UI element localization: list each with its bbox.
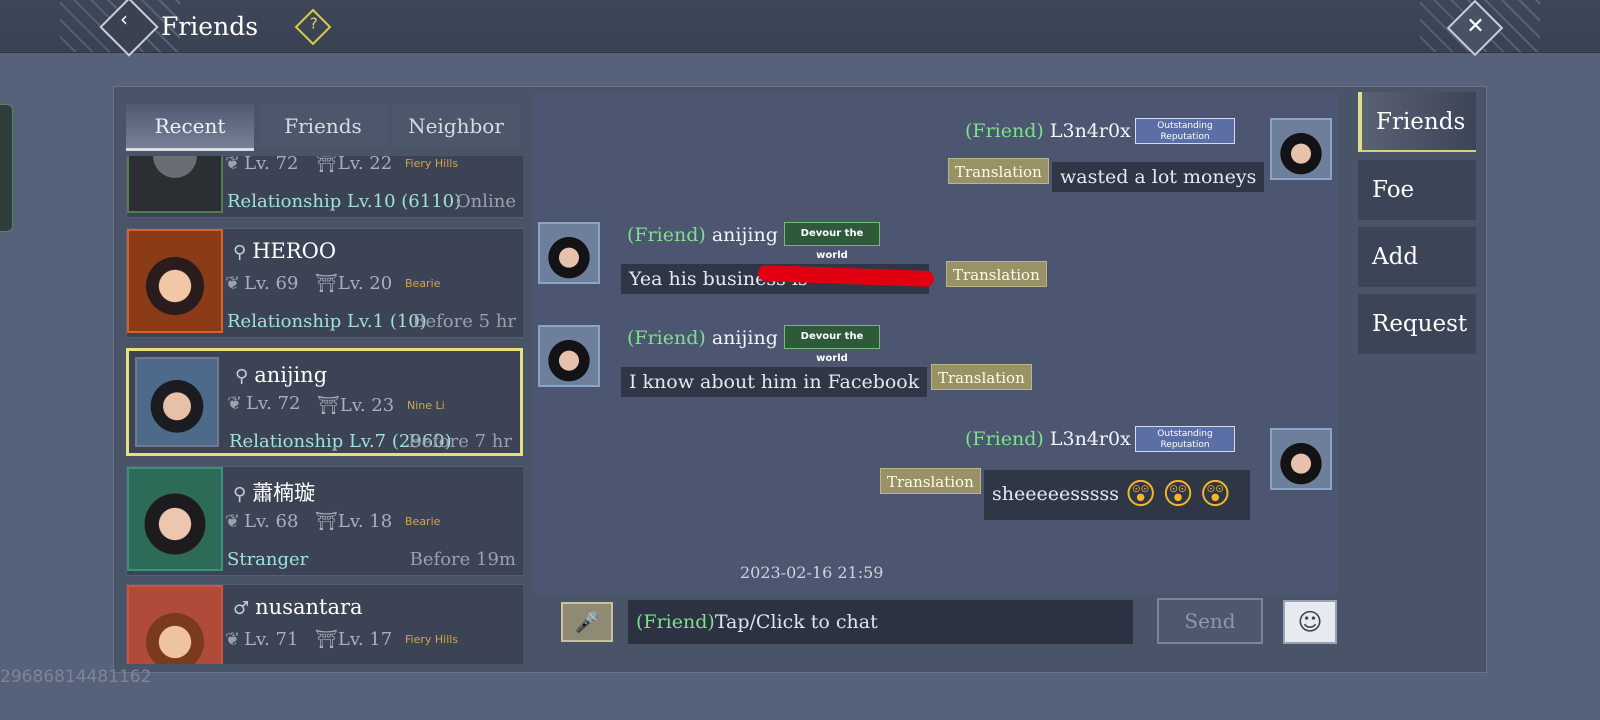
status-label: Before 7 hr: [408, 431, 512, 452]
shocked-emoji-icon: 😲: [1125, 477, 1157, 512]
leaf-icon: ❦: [225, 156, 241, 174]
status-label: Before 19m: [409, 549, 516, 570]
nav-request[interactable]: Request: [1358, 294, 1476, 354]
house-icon: ⛩: [315, 273, 338, 294]
message-header: (Friend) anijing: [627, 224, 778, 246]
status-label: Online: [455, 191, 516, 212]
relationship-label: Stranger: [227, 549, 309, 570]
message-bubble: wasted a lot moneys: [1052, 162, 1265, 192]
house-icon: ⛩: [315, 629, 338, 650]
house-level-label: ⛩Lv. 17: [315, 629, 393, 650]
translation-button[interactable]: Translation: [880, 468, 981, 494]
house-level-label: ⛩Lv. 18: [315, 511, 393, 532]
contact-name: ⚲ HEROO: [233, 239, 337, 263]
translation-button[interactable]: Translation: [931, 364, 1032, 390]
server-label: Bearie: [405, 277, 441, 290]
level-label: ❦ Lv. 72: [227, 393, 301, 414]
reputation-badge: Outstanding Reputation: [1135, 426, 1235, 452]
avatar: [127, 467, 223, 571]
leaf-icon: ❦: [225, 273, 241, 294]
contact-list[interactable]: ❦ Lv. 72 ⛩Lv. 22 Fiery Hills Relationship…: [126, 156, 523, 664]
tab-friends[interactable]: Friends: [259, 104, 387, 148]
house-icon: ⛩: [315, 156, 338, 174]
translation-button[interactable]: Translation: [948, 158, 1049, 184]
house-level-label: ⛩Lv. 23: [317, 395, 395, 416]
question-icon: ?: [309, 14, 318, 33]
message-header: (Friend) L3n4r0x: [965, 428, 1131, 450]
relationship-label: Relationship Lv.10 (6110): [227, 191, 462, 212]
page-title: Friends: [161, 12, 259, 41]
level-label: ❦ Lv. 72: [225, 156, 298, 174]
side-panel-tab[interactable]: [0, 104, 13, 232]
user-id: 29686814481162: [0, 667, 152, 687]
male-icon: ♂: [233, 598, 250, 619]
sender-portrait[interactable]: [538, 325, 600, 387]
female-icon: ⚲: [233, 484, 247, 505]
close-icon: ✕: [1466, 13, 1485, 39]
avatar: [135, 357, 219, 447]
reputation-badge: Outstanding Reputation: [1135, 118, 1235, 144]
leaf-icon: ❦: [227, 393, 243, 414]
status-label: Before 5 hr: [412, 311, 516, 332]
message-header: (Friend) L3n4r0x: [965, 120, 1131, 142]
house-level-label: ⛩Lv. 20: [315, 273, 393, 294]
timestamp: 2023-02-16 21:59: [740, 563, 884, 582]
microphone-icon: 🎤: [574, 610, 600, 634]
smiley-icon: ☺: [1297, 608, 1323, 636]
translation-button[interactable]: Translation: [946, 261, 1047, 287]
avatar: [127, 156, 223, 213]
contact-card[interactable]: ⚲ HEROO ❦ Lv. 69 ⛩Lv. 20 Bearie Relationsh…: [126, 228, 523, 338]
female-icon: ⚲: [233, 242, 247, 263]
title-badge: Devour the world: [784, 325, 880, 364]
tab-recent[interactable]: Recent: [126, 104, 254, 151]
title-badge: Devour the world: [784, 222, 880, 261]
message-bubble: sheeeeesssss 😲 😲 😲: [984, 470, 1250, 520]
shocked-emoji-icon: 😲: [1162, 477, 1194, 512]
voice-button[interactable]: 🎤: [561, 602, 613, 642]
female-icon: ⚲: [235, 366, 249, 387]
contact-name: ♂ nusantara: [233, 595, 363, 619]
contact-card[interactable]: ⚲ 蕭楠璇 ❦ Lv. 68 ⛩Lv. 18 Bearie Stranger Bef…: [126, 466, 523, 576]
message-header: (Friend) anijing: [627, 327, 778, 349]
contact-name: ⚲ anijing: [235, 363, 328, 387]
server-label: Fiery Hills: [405, 157, 459, 170]
level-label: ❦ Lv. 71: [225, 629, 299, 650]
leaf-icon: ❦: [225, 629, 241, 650]
leaf-icon: ❦: [225, 511, 241, 532]
contact-card[interactable]: ❦ Lv. 72 ⛩Lv. 22 Fiery Hills Relationship…: [126, 156, 523, 218]
nav-friends[interactable]: Friends: [1358, 92, 1476, 152]
sender-portrait[interactable]: [1270, 118, 1332, 180]
server-label: Fiery Hills: [405, 633, 459, 646]
house-level-label: ⛩Lv. 22: [315, 156, 392, 174]
contact-card-selected[interactable]: ⚲ anijing ❦ Lv. 72 ⛩Lv. 23 Nine Li Relatio…: [126, 348, 523, 456]
contact-card[interactable]: ♂ nusantara ❦ Lv. 71 ⛩Lv. 17 Fiery Hills: [126, 584, 523, 664]
nav-add[interactable]: Add: [1358, 227, 1476, 287]
message-bubble: I know about him in Facebook: [621, 367, 928, 397]
server-label: Bearie: [405, 515, 441, 528]
level-label: ❦ Lv. 69: [225, 273, 299, 294]
back-arrow-icon: ‹: [120, 7, 129, 32]
send-button[interactable]: Send: [1157, 598, 1263, 644]
avatar: [127, 229, 223, 333]
avatar: [127, 585, 223, 664]
sender-portrait[interactable]: [1270, 428, 1332, 490]
house-icon: ⛩: [315, 511, 338, 532]
shocked-emoji-icon: 😲: [1199, 477, 1231, 512]
nav-foe[interactable]: Foe: [1358, 160, 1476, 220]
tab-neighbor[interactable]: Neighbor: [392, 104, 520, 148]
relationship-label: Relationship Lv.1 (10): [227, 311, 427, 332]
emoji-button[interactable]: ☺: [1283, 600, 1337, 644]
contact-name: ⚲ 蕭楠璇: [233, 481, 316, 505]
server-label: Nine Li: [407, 399, 445, 412]
level-label: ❦ Lv. 68: [225, 511, 299, 532]
friend-tabs: Recent Friends Neighbor: [126, 104, 522, 151]
chat-input[interactable]: (Friend)Tap/Click to chat: [628, 600, 1133, 644]
sender-portrait[interactable]: [538, 222, 600, 284]
house-icon: ⛩: [317, 395, 340, 416]
